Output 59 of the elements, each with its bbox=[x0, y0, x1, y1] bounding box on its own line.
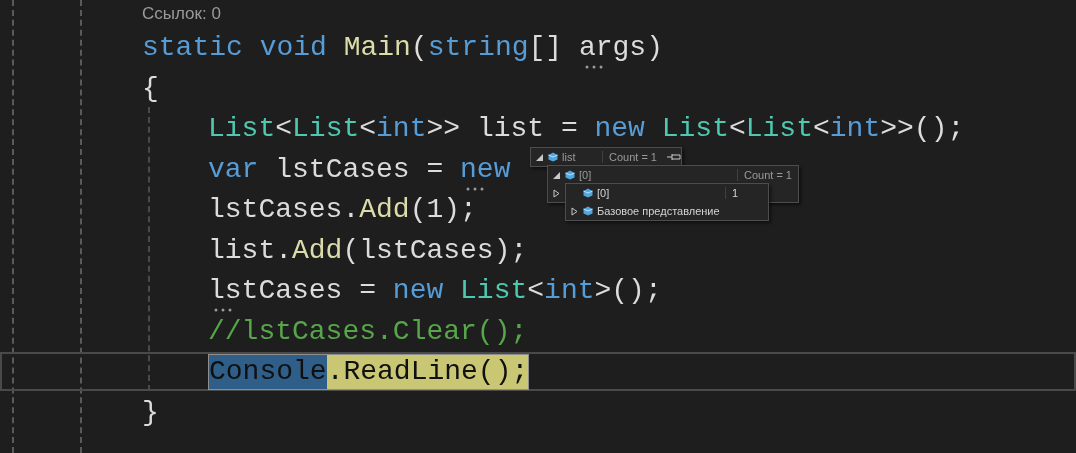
code-token: lstCases bbox=[208, 274, 343, 309]
code-token: = bbox=[359, 274, 377, 309]
expanded-arrow-icon[interactable] bbox=[552, 170, 561, 180]
code-lens-references[interactable]: Ссылок: 0 bbox=[142, 2, 221, 26]
collapsed-arrow-icon[interactable] bbox=[552, 188, 561, 198]
code-token: var bbox=[208, 152, 259, 187]
code-token: < bbox=[527, 274, 545, 309]
code-token: int bbox=[829, 112, 881, 147]
code-token: new bbox=[594, 112, 645, 147]
code-token: [] bbox=[528, 31, 563, 66]
code-token: ) bbox=[646, 31, 663, 66]
code-token: Console bbox=[208, 355, 327, 390]
variable-value: Count = 1 bbox=[602, 151, 663, 163]
code-token: (1); bbox=[409, 193, 477, 228]
code-token: new bbox=[392, 274, 444, 309]
pin-icon[interactable] bbox=[667, 153, 681, 161]
code-token: static bbox=[142, 31, 243, 66]
variable-name: [0] bbox=[579, 169, 593, 181]
object-icon bbox=[583, 188, 593, 198]
variable-name: [0] bbox=[597, 187, 611, 199]
code-token: args bbox=[578, 31, 647, 66]
code-token: { bbox=[142, 71, 159, 106]
code-token: >>(); bbox=[880, 112, 965, 147]
code-token: (lstCases); bbox=[342, 233, 528, 268]
code-token: void bbox=[259, 31, 327, 66]
variable-value: Count = 1 bbox=[737, 169, 798, 181]
code-token: Add bbox=[359, 193, 410, 228]
object-icon bbox=[565, 170, 575, 180]
variable-value: 1 bbox=[725, 187, 768, 199]
code-token: List bbox=[661, 112, 729, 147]
code-token: < bbox=[275, 112, 293, 147]
code-token: .ReadLine(); bbox=[326, 355, 530, 390]
object-icon bbox=[548, 152, 558, 162]
code-token: list. bbox=[208, 233, 292, 268]
code-token: int bbox=[544, 274, 595, 309]
code-token: int bbox=[376, 112, 427, 147]
expanded-arrow-icon[interactable] bbox=[535, 152, 544, 162]
code-token: List bbox=[208, 112, 276, 147]
code-token: < bbox=[359, 112, 377, 147]
code-comment: //lstCases.Clear(); bbox=[208, 314, 528, 349]
code-token: lstCases = bbox=[275, 152, 444, 187]
variable-name: Базовое представление bbox=[597, 205, 721, 217]
variable-name: list bbox=[562, 151, 577, 163]
object-icon bbox=[583, 206, 593, 216]
code-token: Main bbox=[343, 31, 411, 66]
collapsed-arrow-icon[interactable] bbox=[570, 206, 579, 216]
code-token: < bbox=[728, 112, 746, 147]
code-token: < bbox=[813, 112, 830, 147]
code-token: List bbox=[745, 112, 813, 147]
code-token: } bbox=[142, 395, 159, 430]
code-token: ( bbox=[410, 31, 428, 66]
code-token: new bbox=[460, 152, 511, 187]
code-token: string bbox=[427, 31, 529, 66]
code-token: >(); bbox=[594, 274, 662, 309]
code-token: List bbox=[460, 274, 528, 309]
code-token: Add bbox=[292, 233, 343, 268]
code-token: List bbox=[292, 112, 360, 147]
code-token: >> list = bbox=[426, 112, 578, 147]
code-token: lstCases. bbox=[208, 193, 360, 228]
